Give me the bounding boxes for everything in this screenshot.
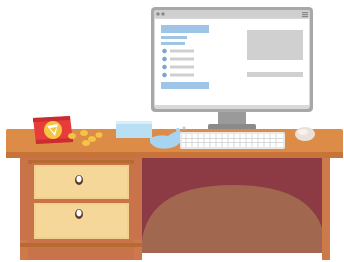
screen-image-placeholder (247, 30, 303, 60)
chip-bag-icon (33, 116, 73, 144)
window-dot-icon (156, 12, 160, 16)
drawer-top (32, 163, 131, 201)
screen-header-bar (161, 25, 209, 33)
monitor-icon (151, 7, 313, 130)
menu-icon (302, 12, 308, 14)
monitor-neck (218, 112, 246, 125)
screen-footer-bar (161, 82, 209, 89)
desk-icon (6, 129, 343, 260)
drawer-bottom (32, 201, 131, 241)
desk-scene-illustration (6, 7, 343, 260)
window-dot-icon (161, 12, 165, 16)
mouse-icon (295, 127, 315, 141)
desk-leg-right (322, 158, 330, 260)
keyboard-icon (180, 132, 285, 149)
